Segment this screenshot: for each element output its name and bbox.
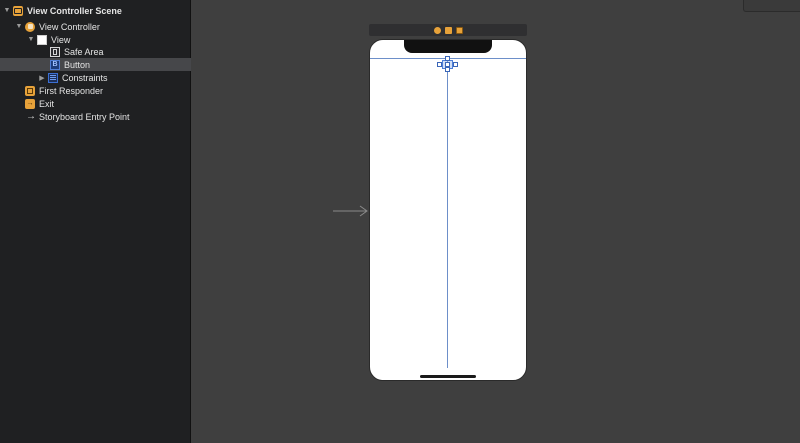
resize-handle-left[interactable]	[437, 62, 442, 67]
outline-item-label: View Controller	[39, 21, 100, 32]
iphone-view-frame[interactable]	[369, 39, 527, 381]
outline-item-constraints[interactable]: ▶ Constraints	[0, 71, 191, 84]
outline-item-view-controller[interactable]: ▼ View Controller	[0, 20, 191, 33]
document-outline: ▼ View Controller Scene ▼ View Controlle…	[0, 0, 191, 443]
outline-item-label: First Responder	[39, 85, 104, 96]
outline-item-label: Safe Area	[64, 46, 104, 57]
resize-handle-right[interactable]	[453, 62, 458, 67]
scene-dock[interactable]	[369, 24, 527, 36]
first-responder-icon[interactable]	[444, 26, 452, 34]
device-notch	[404, 40, 492, 53]
scene-icon	[13, 5, 23, 16]
safe-area-icon	[50, 46, 60, 57]
outline-item-button[interactable]: B Button	[0, 58, 191, 71]
home-indicator	[420, 375, 476, 378]
outline-item-label: Storyboard Entry Point	[39, 111, 130, 122]
storyboard-canvas[interactable]	[191, 0, 800, 443]
outline-item-first-responder[interactable]: First Responder	[0, 84, 191, 97]
outline-item-label: Constraints	[62, 72, 108, 83]
outline-item-exit[interactable]: Exit	[0, 97, 191, 110]
canvas-overlay-panel	[743, 0, 800, 12]
outline-item-view-controller-scene[interactable]: ▼ View Controller Scene	[0, 4, 191, 17]
center-x-constraint-line[interactable]	[447, 58, 448, 368]
disclosure-expanded-icon[interactable]: ▼	[27, 36, 35, 44]
disclosure-expanded-icon[interactable]: ▼	[3, 7, 11, 15]
outline-item-label: Button	[64, 59, 91, 70]
outline-item-safe-area[interactable]: Safe Area	[0, 45, 191, 58]
outline-item-label: View	[51, 34, 71, 45]
resize-handle-top[interactable]	[445, 56, 450, 61]
outline-item-label: Exit	[39, 98, 55, 109]
view-controller-icon[interactable]	[433, 26, 441, 34]
resize-handle-bottom[interactable]	[445, 67, 450, 72]
button-icon: B	[50, 59, 60, 70]
constraints-icon	[48, 72, 58, 83]
storyboard-entry-arrow-icon[interactable]	[333, 205, 369, 217]
view-icon	[37, 34, 47, 45]
disclosure-expanded-icon[interactable]: ▼	[15, 23, 23, 31]
exit-icon[interactable]	[455, 26, 463, 34]
outline-item-storyboard-entry-point[interactable]: → Storyboard Entry Point	[0, 110, 191, 123]
first-responder-icon	[25, 85, 35, 96]
exit-icon	[25, 98, 35, 109]
entry-point-arrow-icon: →	[26, 111, 36, 122]
outline-item-label: View Controller Scene	[27, 5, 122, 16]
view-controller-icon	[25, 21, 35, 32]
disclosure-collapsed-icon[interactable]: ▶	[38, 74, 46, 82]
